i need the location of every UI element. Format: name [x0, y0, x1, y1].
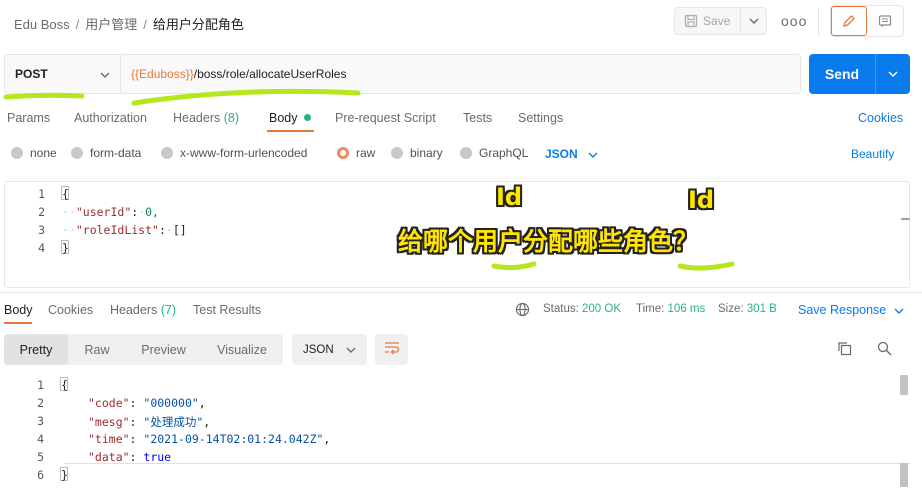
- wrap-lines-button[interactable]: [375, 334, 408, 365]
- breadcrumb-collection[interactable]: 用户管理: [85, 17, 137, 32]
- response-size: Size: 301 B: [718, 303, 777, 315]
- active-tab-underline: [267, 130, 314, 132]
- tab-settings[interactable]: Settings: [518, 111, 563, 125]
- code-line: "mesg": "处理成功",: [88, 415, 211, 429]
- line-number: 1: [37, 378, 44, 392]
- response-tab-body[interactable]: Body: [4, 303, 33, 317]
- view-raw[interactable]: Raw: [68, 334, 126, 365]
- radio-urlencoded[interactable]: x-www-form-urlencoded: [161, 146, 307, 160]
- response-body-viewer[interactable]: 1 2 3 4 5 6 { "code": "000000", "mesg": …: [4, 373, 910, 487]
- copy-icon[interactable]: [837, 341, 852, 359]
- code-brace: }: [61, 468, 68, 482]
- annotation-id-1: Id: [496, 183, 523, 211]
- marker-underline: [491, 261, 735, 271]
- chevron-down-icon: [346, 344, 356, 356]
- tab-pre-request-script[interactable]: Pre-request Script: [335, 111, 436, 125]
- code-brace: {: [61, 378, 68, 392]
- line-number: 4: [37, 432, 44, 446]
- documentation-icon[interactable]: [867, 6, 903, 36]
- line-number: 3: [37, 414, 44, 428]
- save-label: Save: [703, 14, 731, 28]
- save-button[interactable]: Save: [674, 7, 767, 35]
- annotation-id-2: Id: [688, 186, 715, 214]
- radio-raw[interactable]: raw: [337, 146, 375, 160]
- response-scrollbar[interactable]: [900, 375, 908, 395]
- breadcrumb-workspace[interactable]: Edu Boss: [14, 17, 70, 32]
- code-line: ··"roleIdList":·[]: [62, 223, 187, 237]
- view-visualize[interactable]: Visualize: [201, 334, 283, 365]
- line-number: 2: [37, 396, 44, 410]
- code-brace: }: [62, 241, 69, 255]
- code-line: ··"userId":·0,: [62, 205, 159, 219]
- divider: [0, 292, 922, 293]
- tab-headers[interactable]: Headers (8): [173, 111, 239, 125]
- breadcrumb-separator: /: [143, 17, 147, 32]
- body-format-select[interactable]: JSON: [545, 147, 598, 161]
- radio-binary[interactable]: binary: [391, 146, 443, 160]
- edit-icon[interactable]: [831, 6, 867, 36]
- line-number: 5: [37, 450, 44, 464]
- url-path: /boss/role/allocateUserRoles: [193, 67, 347, 81]
- chevron-down-icon[interactable]: [876, 54, 910, 94]
- marker-underline: [3, 88, 361, 106]
- line-number: 1: [38, 187, 45, 201]
- view-preview[interactable]: Preview: [126, 334, 201, 365]
- breadcrumb: Edu Boss / 用户管理 / 给用户分配角色: [14, 14, 244, 33]
- breadcrumb-separator: /: [75, 17, 80, 32]
- radio-form-data[interactable]: form-data: [71, 146, 141, 160]
- response-scrollbar[interactable]: [900, 463, 908, 487]
- response-tab-test-results[interactable]: Test Results: [193, 303, 261, 317]
- more-options-icon[interactable]: ooo: [781, 13, 807, 29]
- headers-count: (8): [223, 111, 240, 125]
- response-tab-headers[interactable]: Headers (7): [110, 303, 176, 317]
- radio-graphql[interactable]: GraphQL: [460, 146, 528, 160]
- globe-icon[interactable]: [515, 302, 530, 320]
- line-number: 4: [38, 241, 45, 255]
- tab-params[interactable]: Params: [7, 111, 50, 125]
- send-button[interactable]: Send: [809, 54, 910, 94]
- tab-authorization[interactable]: Authorization: [74, 111, 147, 125]
- code-line: "data": true: [88, 450, 172, 464]
- url-variable: {{Eduboss}}: [131, 67, 194, 81]
- cookies-link[interactable]: Cookies: [858, 111, 903, 125]
- send-label: Send: [824, 66, 860, 82]
- editor-scrollbar[interactable]: [901, 218, 910, 220]
- annotation-question: 给哪个用户分配哪些角色？: [398, 227, 699, 256]
- wrap-lines-icon: [384, 341, 400, 358]
- modified-dot: [303, 114, 311, 121]
- code-line: "code": "000000",: [88, 396, 206, 410]
- code-brace: {: [62, 187, 69, 201]
- line-number: 3: [38, 223, 45, 237]
- search-icon[interactable]: [877, 341, 892, 359]
- breadcrumb-request[interactable]: 给用户分配角色: [153, 17, 244, 32]
- save-icon: [679, 8, 703, 34]
- beautify-link[interactable]: Beautify: [851, 147, 894, 161]
- divider: [818, 8, 819, 36]
- response-tab-cookies[interactable]: Cookies: [48, 303, 93, 317]
- active-tab-underline: [4, 322, 32, 324]
- chevron-down-icon: [894, 303, 904, 317]
- chevron-down-icon: [100, 67, 110, 81]
- method-label: POST: [15, 67, 48, 81]
- tab-body[interactable]: Body: [269, 111, 311, 125]
- radio-none[interactable]: none: [11, 146, 57, 160]
- line-number: 6: [37, 468, 44, 482]
- response-status: Status: 200 OK: [543, 303, 622, 315]
- line-number: 2: [38, 205, 45, 219]
- response-view-segmented: Pretty Raw Preview Visualize: [4, 334, 283, 365]
- chevron-down-icon: [588, 147, 598, 161]
- view-toggle: [830, 5, 904, 37]
- view-pretty[interactable]: Pretty: [4, 334, 68, 365]
- save-response-button[interactable]: Save Response: [798, 303, 904, 317]
- code-line: "time": "2021-09-14T02:01:24.042Z",: [88, 432, 331, 446]
- tab-tests[interactable]: Tests: [463, 111, 492, 125]
- chevron-down-icon[interactable]: [741, 8, 767, 34]
- response-time: Time: 106 ms: [636, 303, 706, 315]
- response-format-select[interactable]: JSON: [292, 334, 367, 365]
